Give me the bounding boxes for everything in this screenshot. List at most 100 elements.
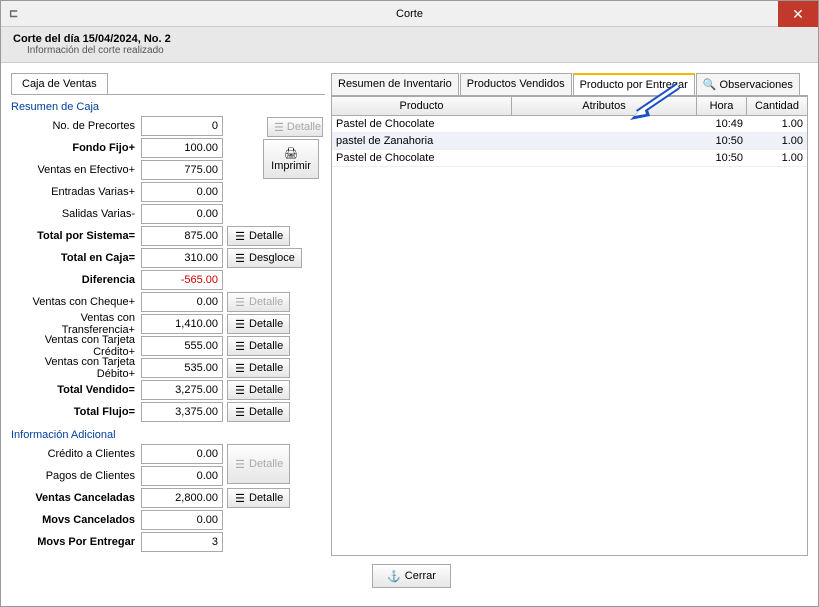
list-icon: ☰	[234, 406, 246, 418]
list-icon: ☰	[234, 230, 246, 242]
detalle-button-cred: ☰Detalle	[227, 444, 290, 484]
tab-producto-por-entregar[interactable]: Producto por Entregar	[573, 73, 695, 95]
pagos-input[interactable]	[141, 466, 223, 486]
cell-producto: pastel de Zanahoria	[332, 133, 512, 149]
cell-atributos	[512, 150, 697, 166]
movs-canc-input[interactable]	[141, 510, 223, 530]
tc-input[interactable]	[141, 336, 223, 356]
movs-canc-label: Movs Cancelados	[11, 514, 141, 526]
td-label: Ventas con Tarjeta Débito+	[11, 356, 141, 380]
total-flujo-label: Total Flujo=	[11, 406, 141, 418]
ventas-canc-label: Ventas Canceladas	[11, 492, 141, 504]
pagos-label: Pagos de Clientes	[11, 470, 141, 482]
table-row[interactable]: Pastel de Chocolate 10:501.00	[332, 150, 807, 167]
detalle-button-tv[interactable]: ☰Detalle	[227, 380, 290, 400]
cell-cantidad: 1.00	[747, 150, 807, 166]
list-icon: ☰	[234, 362, 246, 374]
cheque-input[interactable]	[141, 292, 223, 312]
tab-caja-ventas[interactable]: Caja de Ventas	[11, 73, 108, 94]
printer-icon: 🖨	[284, 147, 298, 160]
titlebar: ⊏ Corte ✕	[1, 1, 818, 27]
list-icon: ☰	[234, 340, 246, 352]
table-row[interactable]: Pastel de Chocolate 10:491.00	[332, 116, 807, 133]
list-icon: ☰	[274, 121, 284, 133]
col-cantidad[interactable]: Cantidad	[747, 97, 807, 115]
cell-producto: Pastel de Chocolate	[332, 116, 512, 132]
close-icon: ✕	[792, 6, 804, 23]
cell-hora: 10:50	[697, 150, 747, 166]
table-row[interactable]: pastel de Zanahoria 10:501.00	[332, 133, 807, 150]
diferencia-input[interactable]	[141, 270, 223, 290]
detalle-button-tf[interactable]: ☰Detalle	[227, 402, 290, 422]
detalle-button-transf[interactable]: ☰Detalle	[227, 314, 290, 334]
app-icon: ⊏	[9, 7, 18, 20]
left-panel: Caja de Ventas Resumen de Caja No. de Pr…	[11, 73, 325, 556]
cell-hora: 10:50	[697, 133, 747, 149]
total-flujo-input[interactable]	[141, 402, 223, 422]
close-button[interactable]: ✕	[778, 1, 818, 27]
total-sistema-input[interactable]	[141, 226, 223, 246]
credito-label: Crédito a Clientes	[11, 448, 141, 460]
list-icon: ☰	[234, 384, 246, 396]
page-title: Corte del día 15/04/2024, No. 2	[13, 33, 806, 45]
movs-entregar-label: Movs Por Entregar	[11, 536, 141, 548]
cheque-label: Ventas con Cheque+	[11, 296, 141, 308]
col-producto[interactable]: Producto	[332, 97, 512, 115]
list-icon: ☰	[234, 296, 246, 308]
tc-label: Ventas con Tarjeta Crédito+	[11, 334, 141, 358]
right-panel: Resumen de Inventario Productos Vendidos…	[331, 73, 808, 556]
info-adicional-title: Información Adicional	[11, 429, 325, 441]
products-grid[interactable]: Producto Atributos Hora Cantidad Pastel …	[331, 96, 808, 556]
detalle-button-tc[interactable]: ☰Detalle	[227, 336, 290, 356]
detalle-button-precortes: ☰ Detalle	[267, 117, 323, 137]
detalle-button-sistema[interactable]: ☰Detalle	[227, 226, 290, 246]
col-hora[interactable]: Hora	[697, 97, 747, 115]
resumen-title: Resumen de Caja	[11, 101, 325, 113]
total-caja-input[interactable]	[141, 248, 223, 268]
list-icon: ☰	[234, 492, 246, 504]
tab-observaciones[interactable]: 🔍Observaciones	[696, 73, 800, 95]
cerrar-button[interactable]: ⚓ Cerrar	[372, 564, 451, 588]
precortes-label: No. de Precortes	[11, 120, 141, 132]
credito-input[interactable]	[141, 444, 223, 464]
ventas-canc-input[interactable]	[141, 488, 223, 508]
col-atributos[interactable]: Atributos	[512, 97, 697, 115]
imprimir-button[interactable]: 🖨 Imprimir	[263, 139, 319, 179]
tab-resumen-inventario[interactable]: Resumen de Inventario	[331, 73, 459, 95]
list-icon: ☰	[234, 318, 246, 330]
list-icon: ☰	[234, 252, 246, 264]
precortes-input[interactable]	[141, 116, 223, 136]
desgloce-button[interactable]: ☰Desgloce	[227, 248, 302, 268]
cell-atributos	[512, 116, 697, 132]
tab-productos-vendidos[interactable]: Productos Vendidos	[460, 73, 572, 95]
cell-producto: Pastel de Chocolate	[332, 150, 512, 166]
total-caja-label: Total en Caja=	[11, 252, 141, 264]
detalle-button-td[interactable]: ☰Detalle	[227, 358, 290, 378]
salidas-label: Salidas Varias-	[11, 208, 141, 220]
ventas-efectivo-input[interactable]	[141, 160, 223, 180]
list-icon: ☰	[234, 458, 246, 470]
search-icon: 🔍	[703, 79, 717, 91]
total-vendido-label: Total Vendido=	[11, 384, 141, 396]
td-input[interactable]	[141, 358, 223, 378]
total-vendido-input[interactable]	[141, 380, 223, 400]
fondo-input[interactable]	[141, 138, 223, 158]
detalle-button-cheque: ☰Detalle	[227, 292, 290, 312]
cell-cantidad: 1.00	[747, 133, 807, 149]
cell-hora: 10:49	[697, 116, 747, 132]
transf-input[interactable]	[141, 314, 223, 334]
entradas-input[interactable]	[141, 182, 223, 202]
detalle-button-vc[interactable]: ☰Detalle	[227, 488, 290, 508]
anchor-icon: ⚓	[387, 570, 401, 583]
cell-cantidad: 1.00	[747, 116, 807, 132]
fondo-label: Fondo Fijo+	[11, 142, 141, 154]
salidas-input[interactable]	[141, 204, 223, 224]
movs-entregar-input[interactable]	[141, 532, 223, 552]
ventas-efectivo-label: Ventas en Efectivo+	[11, 164, 141, 176]
report-header: Corte del día 15/04/2024, No. 2 Informac…	[1, 27, 818, 63]
diferencia-label: Diferencia	[11, 274, 141, 286]
page-subtitle: Información del corte realizado	[13, 45, 806, 56]
window-title: Corte	[396, 8, 423, 20]
total-sistema-label: Total por Sistema=	[11, 230, 141, 242]
entradas-label: Entradas Varias+	[11, 186, 141, 198]
